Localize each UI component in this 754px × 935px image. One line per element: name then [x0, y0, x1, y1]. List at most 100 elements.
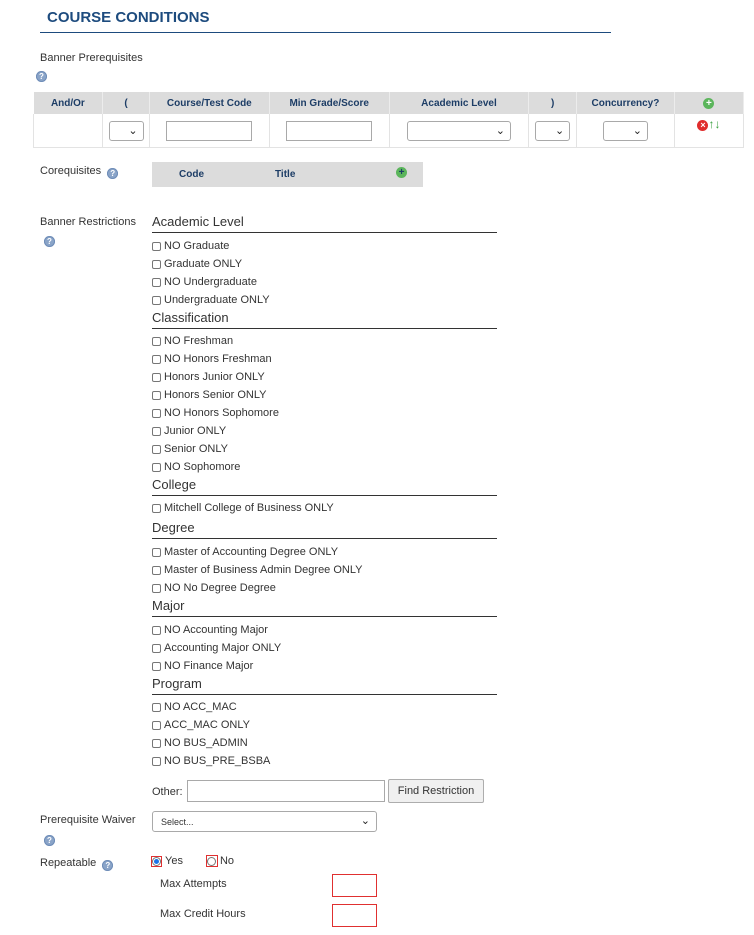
academic-level-select[interactable]: ⌄: [406, 120, 511, 141]
checkbox-row[interactable]: Senior ONLY: [152, 440, 497, 458]
checkbox[interactable]: [152, 372, 161, 382]
no-radio-label: No: [219, 855, 235, 867]
col-actions: +: [674, 92, 745, 114]
checkbox-label: Accounting Major ONLY: [164, 642, 282, 654]
and-or-cell: [32, 114, 103, 148]
coreq-col-title: Title: [275, 169, 296, 180]
checkbox[interactable]: [152, 503, 161, 513]
coreq-label-text: Corequisites: [40, 165, 102, 177]
chevron-down-icon: ⌄: [128, 124, 138, 137]
close-paren-select[interactable]: ⌄: [535, 120, 571, 141]
group-title-classification: Classification: [152, 310, 229, 325]
checkbox-row[interactable]: Honors Senior ONLY: [152, 386, 497, 404]
max-credit-label: Max Credit Hours: [160, 908, 246, 920]
waiver-help-icon[interactable]: ?: [44, 835, 55, 846]
checkbox[interactable]: [152, 241, 161, 251]
checkbox-label: NO BUS_ADMIN: [164, 737, 248, 749]
find-restriction-button[interactable]: Find Restriction: [388, 779, 484, 803]
checkbox-row[interactable]: NO Finance Major: [152, 657, 497, 675]
max-attempts-label: Max Attempts: [160, 878, 227, 890]
prereq-table: And/Or ( Course/Test Code Min Grade/Scor…: [32, 92, 745, 148]
checkbox[interactable]: [152, 295, 161, 305]
checkbox-row[interactable]: NO ACC_MAC: [152, 698, 497, 716]
checkbox[interactable]: [152, 661, 161, 671]
checkbox-row[interactable]: NO Undergraduate: [152, 273, 497, 291]
checkbox-row[interactable]: NO Honors Freshman: [152, 350, 497, 368]
checkbox-label: Undergraduate ONLY: [164, 294, 270, 306]
checkbox-row[interactable]: Honors Junior ONLY: [152, 368, 497, 386]
add-coreq-icon[interactable]: +: [396, 167, 407, 178]
col-min-grade: Min Grade/Score: [269, 92, 390, 114]
checkbox-row[interactable]: Accounting Major ONLY: [152, 639, 497, 657]
checkbox[interactable]: [152, 702, 161, 712]
checkbox[interactable]: [152, 426, 161, 436]
delete-row-icon[interactable]: ×: [697, 120, 709, 131]
open-paren-select[interactable]: ⌄: [108, 120, 144, 141]
repeatable-help-icon[interactable]: ?: [102, 860, 114, 871]
course-code-input[interactable]: [166, 120, 253, 141]
max-attempts-input[interactable]: [332, 874, 377, 897]
checkbox-row[interactable]: Master of Business Admin Degree ONLY: [152, 561, 497, 579]
prereq-help-icon[interactable]: ?: [36, 71, 47, 82]
checkbox-row[interactable]: NO Freshman: [152, 332, 497, 350]
checkbox-row[interactable]: NO Honors Sophomore: [152, 404, 497, 422]
repeatable-label: Repeatable ?: [40, 857, 114, 871]
checkbox[interactable]: [152, 547, 161, 557]
other-label: Other:: [152, 786, 183, 798]
checkbox-label: Junior ONLY: [164, 425, 227, 437]
yes-radio[interactable]: [152, 856, 161, 866]
checkbox[interactable]: [152, 408, 161, 418]
checkbox-row[interactable]: Mitchell College of Business ONLY: [152, 499, 497, 517]
restrictions-label: Banner Restrictions: [40, 216, 136, 228]
checkbox-row[interactable]: NO Accounting Major: [152, 621, 497, 639]
move-down-icon[interactable]: ↓: [714, 117, 720, 131]
restrictions-help-icon[interactable]: ?: [44, 236, 55, 247]
min-grade-input[interactable]: [286, 120, 373, 141]
checkbox-row[interactable]: NO Sophomore: [152, 458, 497, 476]
group-title-program: Program: [152, 676, 202, 691]
col-concurrency: Concurrency?: [576, 92, 675, 114]
checkbox-row[interactable]: NO No Degree Degree: [152, 579, 497, 597]
checkbox-row[interactable]: Junior ONLY: [152, 422, 497, 440]
checkbox[interactable]: [152, 336, 161, 346]
checkbox-row[interactable]: NO BUS_ADMIN: [152, 734, 497, 752]
checkbox[interactable]: [152, 444, 161, 454]
coreq-table: Code Title +: [152, 162, 423, 187]
checkbox[interactable]: [152, 720, 161, 730]
max-credit-input[interactable]: [332, 904, 377, 927]
checkbox-row[interactable]: Master of Accounting Degree ONLY: [152, 543, 497, 561]
checkbox-label: NO Sophomore: [164, 461, 241, 473]
checkbox-label: NO ACC_MAC: [164, 701, 237, 713]
add-prereq-icon[interactable]: +: [703, 97, 715, 109]
other-restriction-input[interactable]: [187, 780, 385, 802]
checkbox[interactable]: [152, 277, 161, 287]
checkbox-label: ACC_MAC ONLY: [164, 719, 250, 731]
group-divider: [152, 694, 497, 695]
checkbox[interactable]: [152, 625, 161, 635]
group-title-academic-level: Academic Level: [152, 214, 244, 229]
checkbox[interactable]: [152, 756, 161, 766]
concurrency-select[interactable]: ⌄: [602, 120, 648, 141]
checkbox[interactable]: [152, 462, 161, 472]
checkbox-row[interactable]: NO BUS_PRE_BSBA: [152, 752, 497, 770]
no-radio-wrapper[interactable]: [205, 855, 218, 867]
checkbox-row[interactable]: ACC_MAC ONLY: [152, 716, 497, 734]
coreq-help-icon[interactable]: ?: [107, 168, 119, 179]
no-radio[interactable]: [207, 856, 217, 866]
title-divider: [40, 32, 611, 33]
checkbox[interactable]: [152, 738, 161, 748]
group-title-major: Major: [152, 598, 185, 613]
checkbox[interactable]: [152, 643, 161, 653]
checkbox[interactable]: [152, 565, 161, 575]
checkbox-row[interactable]: Undergraduate ONLY: [152, 291, 497, 309]
checkbox-label: Senior ONLY: [164, 443, 228, 455]
waiver-select[interactable]: Select... ⌄: [152, 811, 377, 832]
checkbox-row[interactable]: Graduate ONLY: [152, 255, 497, 273]
yes-radio-wrapper[interactable]: [151, 855, 162, 867]
checkbox-row[interactable]: NO Graduate: [152, 237, 497, 255]
repeatable-label-text: Repeatable: [40, 857, 97, 869]
checkbox[interactable]: [152, 583, 161, 593]
checkbox[interactable]: [152, 354, 161, 364]
checkbox[interactable]: [152, 259, 161, 269]
checkbox[interactable]: [152, 390, 161, 400]
